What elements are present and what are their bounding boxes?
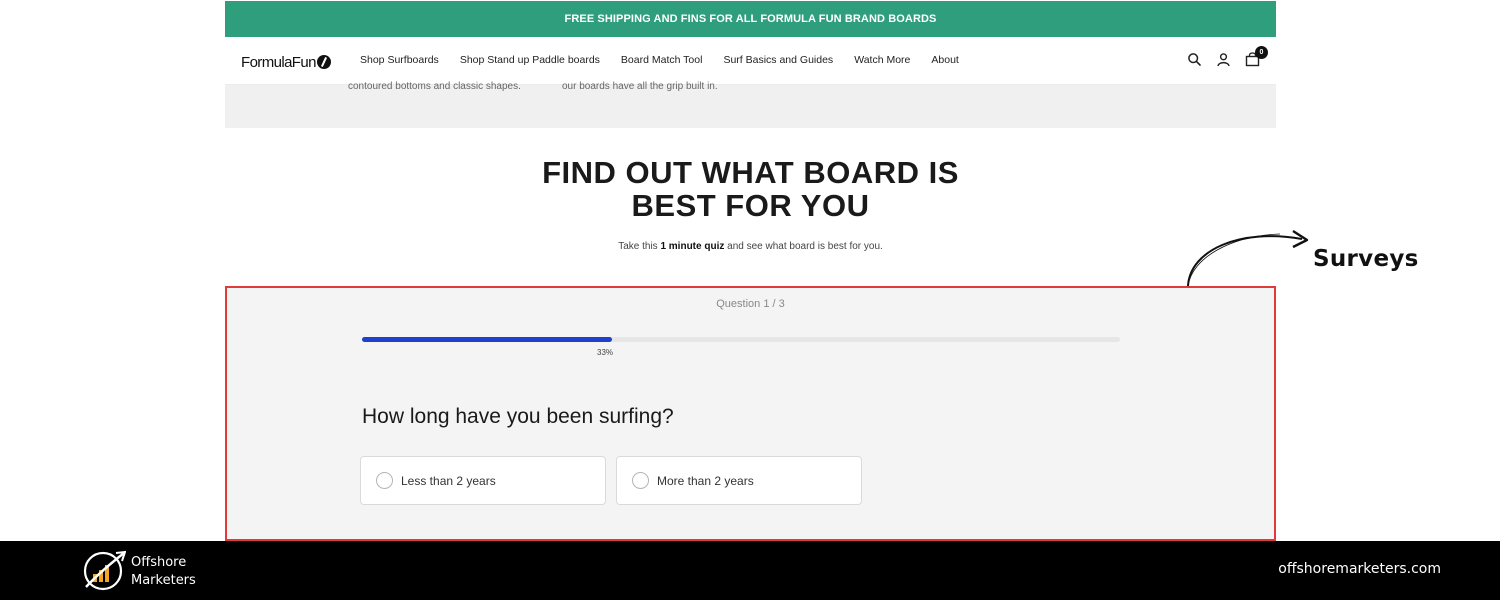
annotation-arrow-icon — [1187, 229, 1309, 287]
question-text: How long have you been surfing? — [362, 405, 674, 428]
answer-option-less-than-2-years[interactable]: Less than 2 years — [360, 456, 606, 505]
page-title-line-1: FIND OUT WHAT BOARD IS — [542, 155, 959, 190]
nav-item-surf-basics[interactable]: Surf Basics and Guides — [723, 54, 833, 66]
page-subtitle: Take this 1 minute quiz and see what boa… — [225, 241, 1276, 252]
question-counter: Question 1 / 3 — [716, 298, 785, 310]
website-frame: FREE SHIPPING AND FINS FOR ALL FORMULA F… — [225, 0, 1276, 541]
annotation-label: Surveys — [1313, 246, 1419, 272]
footer-brand-line-2: Marketers — [131, 573, 196, 588]
nav-item-shop-sup-boards[interactable]: Shop Stand up Paddle boards — [460, 54, 600, 66]
feature-text-left: contoured bottoms and classic shapes. — [348, 81, 521, 92]
brand-logo-icon — [316, 55, 331, 69]
nav-item-shop-surfboards[interactable]: Shop Surfboards — [360, 54, 439, 66]
footer-bar: Offshore Marketers offshoremarketers.com — [0, 541, 1500, 600]
page-title-line-2: BEST FOR YOU — [631, 188, 870, 223]
main-navigation: FormulaFun Shop Surfboards Shop Stand up… — [225, 37, 1276, 85]
nav-item-about[interactable]: About — [931, 54, 958, 66]
announcement-text: FREE SHIPPING AND FINS FOR ALL FORMULA F… — [564, 13, 937, 25]
progress-bar — [362, 337, 1120, 342]
screenshot-canvas: FREE SHIPPING AND FINS FOR ALL FORMULA F… — [0, 0, 1500, 600]
progress-percent: 33% — [597, 348, 614, 357]
account-icon[interactable] — [1216, 52, 1231, 67]
answer-option-label: Less than 2 years — [401, 473, 496, 488]
answer-option-more-than-2-years[interactable]: More than 2 years — [616, 456, 862, 505]
brand-logo[interactable]: FormulaFun — [241, 52, 331, 72]
quiz-panel: Question 1 / 3 33% How long have you bee… — [225, 286, 1276, 541]
offshore-marketers-logo-icon — [83, 550, 126, 591]
progress-bar-fill — [362, 337, 613, 342]
footer-website-url[interactable]: offshoremarketers.com — [1278, 561, 1441, 577]
page-title: FIND OUT WHAT BOARD IS BEST FOR YOU — [225, 156, 1276, 222]
footer-brand-name: Offshore Marketers — [131, 554, 196, 590]
search-icon[interactable] — [1187, 52, 1202, 67]
subtitle-post: and see what board is best for you. — [724, 241, 883, 252]
nav-icons: 0 — [1187, 46, 1268, 67]
footer-brand-line-1: Offshore — [131, 555, 187, 570]
cart-count-badge: 0 — [1255, 46, 1268, 59]
feature-text-right: our boards have all the grip built in. — [562, 81, 718, 92]
subtitle-pre: Take this — [618, 241, 661, 252]
answer-option-label: More than 2 years — [657, 473, 754, 488]
nav-item-board-match-tool[interactable]: Board Match Tool — [621, 54, 703, 66]
announcement-bar: FREE SHIPPING AND FINS FOR ALL FORMULA F… — [225, 1, 1276, 37]
nav-menu: Shop Surfboards Shop Stand up Paddle boa… — [360, 54, 980, 66]
cart-icon[interactable]: 0 — [1245, 46, 1268, 67]
radio-button[interactable] — [376, 472, 393, 489]
radio-button[interactable] — [632, 472, 649, 489]
nav-item-watch-more[interactable]: Watch More — [854, 54, 910, 66]
brand-logo-text: FormulaFun — [241, 53, 316, 71]
subtitle-bold: 1 minute quiz — [660, 241, 725, 252]
